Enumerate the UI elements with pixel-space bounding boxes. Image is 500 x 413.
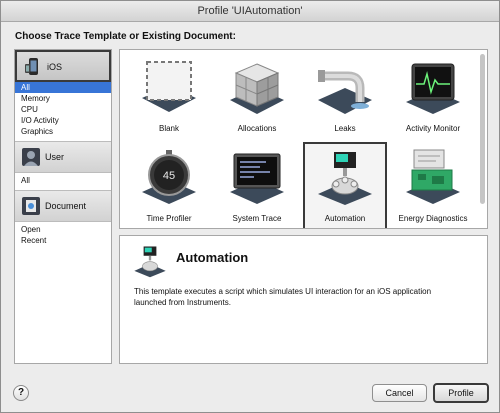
user-icon (21, 147, 41, 167)
sidebar-category-label: iOS (47, 62, 63, 72)
ios-device-icon (23, 57, 43, 77)
sidebar-category-label: Document (45, 201, 87, 211)
sidebar-item-ios-all[interactable]: All (15, 82, 111, 93)
sidebar-category-document[interactable]: Document (15, 190, 111, 222)
sidebar-item-open[interactable]: Open (15, 224, 111, 235)
template-allocations[interactable]: Allocations (217, 54, 297, 138)
template-automation[interactable]: Automation (303, 142, 387, 228)
template-blank[interactable]: Blank (129, 54, 209, 138)
template-description-panel: Automation This template executes a scri… (119, 235, 488, 364)
window-title: Profile 'UIAutomation' (1, 1, 499, 22)
profile-button[interactable]: Profile (433, 383, 489, 403)
cancel-button[interactable]: Cancel (372, 384, 427, 402)
template-label: Time Profiler (146, 214, 192, 223)
template-leaks[interactable]: Leaks (305, 54, 385, 138)
grid-scrollbar[interactable] (480, 54, 485, 204)
sidebar-item-recent[interactable]: Recent (15, 235, 111, 246)
energy-diagnostics-icon (406, 149, 460, 204)
help-button[interactable]: ? (13, 385, 29, 401)
sidebar-item-memory[interactable]: Memory (15, 93, 111, 104)
sidebar-category-user[interactable]: User (15, 141, 111, 173)
description-text: This template executes a script which si… (134, 287, 432, 307)
stopwatch-readout: 45 (163, 170, 175, 182)
template-label: Allocations (237, 124, 277, 133)
sidebar-item-io-activity[interactable]: I/O Activity (15, 115, 111, 126)
time-profiler-icon: 45 (142, 150, 196, 204)
automation-icon (134, 246, 166, 278)
dialog-heading: Choose Trace Template or Existing Docume… (15, 31, 236, 42)
template-label: Energy Diagnostics (398, 214, 468, 223)
template-label: Blank (158, 124, 179, 133)
activity-monitor-icon (406, 63, 460, 114)
allocations-icon (230, 63, 284, 114)
template-energy-diagnostics[interactable]: Energy Diagnostics (393, 144, 473, 228)
template-label: Leaks (334, 124, 356, 133)
template-label: Activity Monitor (405, 124, 461, 133)
sidebar-category-ios[interactable]: iOS (15, 50, 111, 82)
leaks-icon (318, 70, 372, 114)
template-category-sidebar: iOS All Memory CPU I/O Activity Graphics… (14, 49, 112, 364)
sidebar-category-label: User (45, 152, 65, 162)
template-activity-monitor[interactable]: Activity Monitor (393, 54, 473, 138)
document-icon (21, 196, 41, 216)
template-label: System Trace (232, 214, 282, 223)
description-title: Automation (176, 250, 249, 265)
sidebar-item-graphics[interactable]: Graphics (15, 126, 111, 137)
sidebar-item-cpu[interactable]: CPU (15, 104, 111, 115)
system-trace-icon (230, 153, 284, 204)
profile-window: Profile 'UIAutomation' Choose Trace Temp… (0, 0, 500, 413)
automation-icon (318, 152, 372, 205)
template-grid: Blank Allocations Leaks Activity Monitor… (119, 49, 488, 229)
blank-icon (142, 61, 196, 112)
sidebar-item-user-all[interactable]: All (15, 175, 111, 186)
template-system-trace[interactable]: System Trace (217, 144, 297, 228)
template-label: Automation (324, 214, 366, 223)
template-time-profiler[interactable]: 45 Time Profiler (129, 144, 209, 228)
